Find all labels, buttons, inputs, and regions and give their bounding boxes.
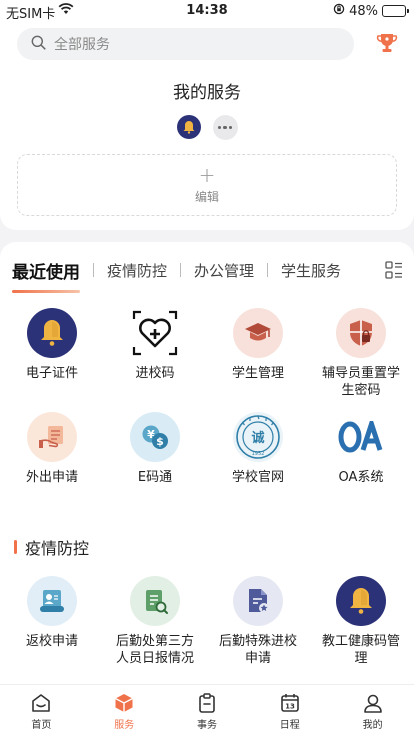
service-label: 进校码 xyxy=(135,366,175,381)
tab-divider xyxy=(93,263,94,277)
tabbar-label: 服务 xyxy=(114,720,135,731)
service-label: 返校申请 xyxy=(25,634,78,649)
service-label: 辅导员重置学生密码 xyxy=(321,366,400,398)
service-label: 后勤处第三方人员日报情况 xyxy=(115,634,194,666)
scroll-document-icon xyxy=(27,576,77,626)
cube-icon xyxy=(115,694,134,712)
battery-percent: 48% xyxy=(349,3,378,19)
grid-menu-icon[interactable] xyxy=(385,261,403,279)
section-title-text: 疫情防控 xyxy=(25,539,90,558)
calendar-icon: 13 xyxy=(280,694,299,712)
plus-icon: + xyxy=(198,162,216,187)
tabbar-home[interactable]: 首页 xyxy=(0,685,83,736)
section-marker xyxy=(14,540,17,554)
bell-icon[interactable] xyxy=(176,115,201,139)
edit-button[interactable]: + 编辑 xyxy=(17,154,397,216)
bell-icon xyxy=(27,308,77,358)
svg-text:$: $ xyxy=(156,435,164,448)
service-special-entry[interactable]: 后勤特殊进校申请 xyxy=(208,576,308,667)
service-leave-request[interactable]: 外出申请 xyxy=(2,412,102,486)
tabbar-label: 事务 xyxy=(196,720,217,731)
tab-student[interactable]: 学生服务 xyxy=(281,260,341,281)
active-tab-indicator xyxy=(12,290,80,293)
edit-label: 编辑 xyxy=(194,189,219,204)
oa-logo-icon xyxy=(336,412,386,462)
service-label: 学生管理 xyxy=(231,366,284,381)
tabbar-mine[interactable]: 我的 xyxy=(331,685,414,736)
section-epidemic-title: 疫情防控 xyxy=(14,535,89,559)
home-icon xyxy=(32,694,51,712)
battery-icon xyxy=(382,5,409,17)
services-panel: 最近使用 疫情防控 办公管理 学生服务 电子证件 进校码 学生管理 辅导员重置学… xyxy=(0,242,414,688)
svg-text:1952: 1952 xyxy=(252,451,265,457)
service-e-certificate[interactable]: 电子证件 xyxy=(2,308,102,382)
trophy-icon[interactable] xyxy=(375,31,399,55)
tab-epidemic[interactable]: 疫情防控 xyxy=(107,260,167,281)
my-services-title: 我的服务 xyxy=(173,83,241,103)
report-search-icon xyxy=(130,576,180,626)
tabbar-label: 我的 xyxy=(362,720,383,731)
search-bar[interactable]: 全部服务 xyxy=(17,28,354,60)
graduation-cap-icon xyxy=(233,308,283,358)
service-label: 后勤特殊进校申请 xyxy=(218,634,297,666)
status-bar: 无SIM卡 14:38 48% xyxy=(0,0,414,22)
tab-divider xyxy=(180,263,182,277)
service-logistics-report[interactable]: 后勤处第三方人员日报情况 xyxy=(105,576,205,667)
service-e-code[interactable]: ¥ $ E码通 xyxy=(105,412,205,486)
tab-recent[interactable]: 最近使用 xyxy=(12,258,80,283)
orientation-lock-icon xyxy=(333,3,345,19)
yen-dollar-icon: ¥ $ xyxy=(130,412,180,462)
search-placeholder: 全部服务 xyxy=(54,37,110,53)
service-label: 电子证件 xyxy=(25,366,78,381)
service-return-request[interactable]: 返校申请 xyxy=(2,576,102,650)
tab-office[interactable]: 办公管理 xyxy=(194,260,254,281)
service-label: E码通 xyxy=(137,470,173,485)
my-services-icons xyxy=(0,115,414,140)
tabbar-services[interactable]: 服务 xyxy=(83,685,166,736)
service-student-management[interactable]: 学生管理 xyxy=(208,308,308,382)
svg-text:诚: 诚 xyxy=(251,430,264,446)
service-label: OA系统 xyxy=(338,470,384,485)
tabbar-schedule[interactable]: 13 日程 xyxy=(248,685,331,736)
more-icon[interactable] xyxy=(212,115,238,140)
person-icon xyxy=(363,694,382,713)
service-label: 教工健康码管理 xyxy=(321,634,400,666)
service-staff-health-code[interactable]: 教工健康码管理 xyxy=(311,576,411,667)
shield-lock-icon xyxy=(336,308,386,358)
service-label: 学校官网 xyxy=(231,470,284,485)
my-services-card: 全部服务 我的服务 + 编辑 xyxy=(0,22,414,230)
file-star-icon xyxy=(233,576,283,626)
tabbar-label: 日程 xyxy=(279,720,300,731)
hand-document-icon xyxy=(27,412,77,462)
svg-text:13: 13 xyxy=(285,703,295,711)
service-reset-password[interactable]: 辅导员重置学生密码 xyxy=(311,308,411,399)
school-seal-icon: 诚 1952 xyxy=(233,412,283,462)
bottom-tab-bar: 首页 服务 事务 13 日程 我的 xyxy=(0,684,414,736)
tabbar-label: 首页 xyxy=(31,720,52,731)
service-label: 外出申请 xyxy=(25,470,78,485)
search-icon xyxy=(31,35,46,54)
clipboard-icon xyxy=(199,693,215,713)
service-oa-system[interactable]: OA系统 xyxy=(311,412,411,486)
heart-plus-icon xyxy=(130,308,180,358)
tab-divider xyxy=(267,263,269,277)
tabbar-affairs[interactable]: 事务 xyxy=(166,685,249,736)
bell-icon xyxy=(336,576,386,626)
category-tabs: 最近使用 疫情防控 办公管理 学生服务 xyxy=(12,258,341,283)
service-school-website[interactable]: 诚 1952 学校官网 xyxy=(208,412,308,486)
service-campus-code[interactable]: 进校码 xyxy=(105,308,205,382)
